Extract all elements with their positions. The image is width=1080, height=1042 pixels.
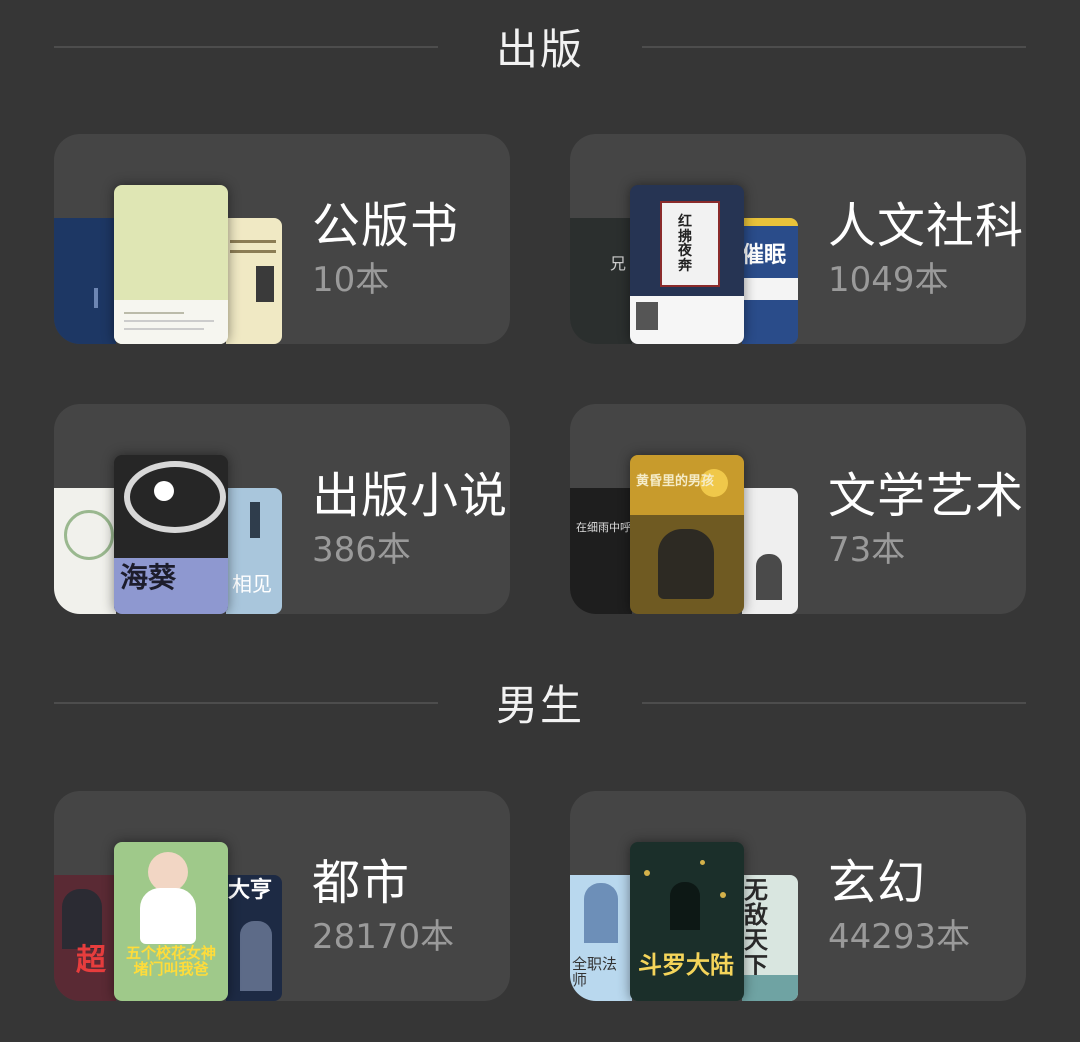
book-cover: 海葵 bbox=[114, 455, 228, 614]
cover-stack bbox=[54, 134, 294, 344]
section-header-male: 男生 bbox=[54, 672, 1026, 732]
category-card-literature-art[interactable]: 在细雨中呼 黄昏里的男孩 文学艺术 73本 bbox=[570, 404, 1026, 614]
category-card-urban[interactable]: 超 大亨 五个校花女神 堵门叫我爸 都市 28170本 bbox=[54, 791, 510, 1001]
book-cover: 五个校花女神 堵门叫我爸 bbox=[114, 842, 228, 1001]
book-cover bbox=[226, 218, 282, 344]
cover-title: 红拂夜奔 bbox=[678, 214, 692, 275]
cover-stack: 兄 催眠 红拂夜奔 bbox=[570, 134, 810, 344]
book-cover: 催眠 bbox=[742, 218, 798, 344]
category-card-fantasy[interactable]: 全职法师 无敌天下 斗罗大陆 玄幻 44293本 bbox=[570, 791, 1026, 1001]
book-cover: 在细雨中呼 bbox=[570, 488, 632, 614]
book-cover: 大亨 bbox=[226, 875, 282, 1001]
section-title: 出版 bbox=[495, 24, 584, 74]
book-cover bbox=[114, 185, 228, 344]
category-title: 出版小说 bbox=[312, 468, 509, 524]
cover-title: 黄昏里的男孩 bbox=[636, 474, 715, 489]
section-title: 男生 bbox=[495, 680, 584, 730]
book-cover: 全职法师 bbox=[570, 875, 632, 1001]
book-cover: 超 bbox=[54, 875, 116, 1001]
cover-stack: 超 大亨 五个校花女神 堵门叫我爸 bbox=[54, 791, 294, 1001]
book-count: 1049本 bbox=[828, 260, 949, 300]
category-title: 文学艺术 bbox=[828, 468, 1025, 524]
book-cover bbox=[54, 218, 116, 344]
cover-title: 在细雨中呼 bbox=[576, 521, 631, 534]
cover-title: 海葵 bbox=[120, 561, 177, 594]
book-count: 386本 bbox=[312, 530, 411, 570]
divider-line bbox=[642, 702, 1026, 704]
book-cover: 斗罗大陆 bbox=[630, 842, 744, 1001]
cover-title: 无敌天下 bbox=[744, 875, 768, 980]
category-title: 人文社科 bbox=[828, 198, 1025, 254]
book-cover: 红拂夜奔 bbox=[630, 185, 744, 344]
book-cover: 无敌天下 bbox=[742, 875, 798, 1001]
category-title: 公版书 bbox=[312, 198, 460, 254]
cover-title: 斗罗大陆 bbox=[638, 950, 734, 979]
cover-title: 超 bbox=[76, 943, 106, 978]
cover-title: 大亨 bbox=[228, 877, 273, 903]
book-count: 73本 bbox=[828, 530, 906, 570]
cover-stack: 在细雨中呼 黄昏里的男孩 bbox=[570, 404, 810, 614]
book-cover: 相见 bbox=[226, 488, 282, 614]
cover-stack: 全职法师 无敌天下 斗罗大陆 bbox=[570, 791, 810, 1001]
book-cover: 黄昏里的男孩 bbox=[630, 455, 744, 614]
cover-title: 催眠 bbox=[742, 242, 787, 268]
section-header-publish: 出版 bbox=[54, 16, 1026, 76]
category-card-humanities[interactable]: 兄 催眠 红拂夜奔 人文社科 1049本 bbox=[570, 134, 1026, 344]
book-cover bbox=[742, 488, 798, 614]
cover-title: 兄 bbox=[610, 254, 627, 273]
category-card-public-domain[interactable]: 公版书 10本 bbox=[54, 134, 510, 344]
cover-title: 全职法师 bbox=[572, 955, 618, 989]
book-cover: 兄 bbox=[570, 218, 632, 344]
cover-stack: 相见 海葵 bbox=[54, 404, 294, 614]
divider-line bbox=[54, 702, 438, 704]
category-title: 玄幻 bbox=[828, 855, 927, 911]
category-title: 都市 bbox=[312, 855, 411, 911]
book-count: 44293本 bbox=[828, 917, 971, 957]
cover-title: 五个校花女神 堵门叫我爸 bbox=[125, 944, 216, 978]
divider-line bbox=[642, 46, 1026, 48]
book-count: 10本 bbox=[312, 260, 390, 300]
book-cover bbox=[54, 488, 116, 614]
cover-title: 相见 bbox=[232, 572, 272, 596]
book-count: 28170本 bbox=[312, 917, 455, 957]
category-card-published-novels[interactable]: 相见 海葵 出版小说 386本 bbox=[54, 404, 510, 614]
divider-line bbox=[54, 46, 438, 48]
